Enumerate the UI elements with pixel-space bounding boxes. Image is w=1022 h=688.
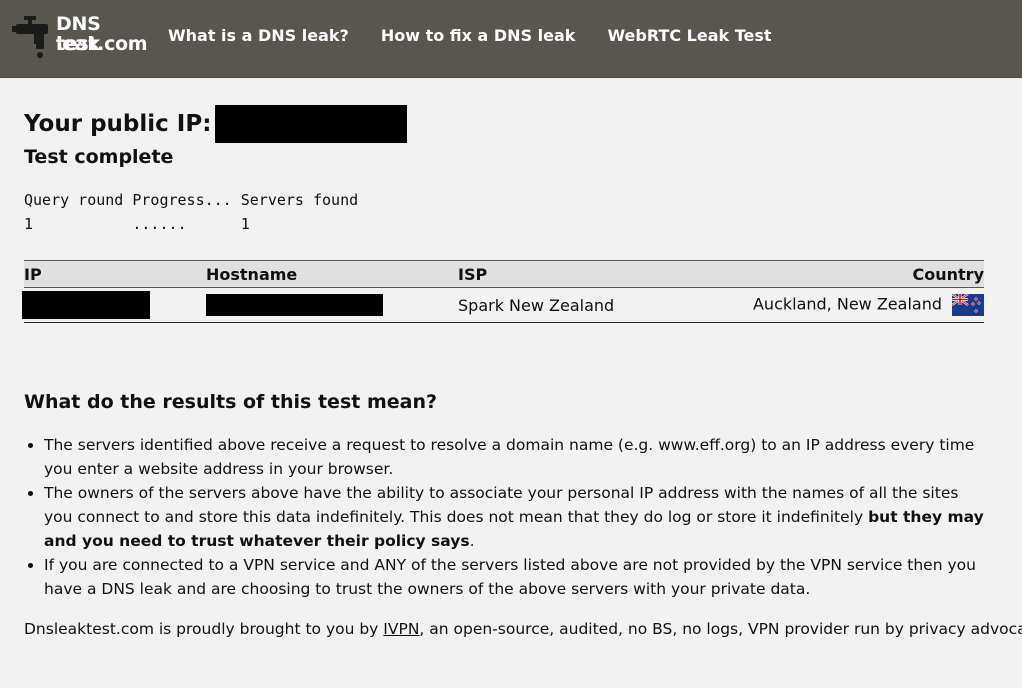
table-row: Spark New Zealand Auckland, New Zealand (22, 287, 984, 323)
public-ip-line: Your public IP: (24, 104, 984, 144)
country-name: Auckland, New Zealand (752, 294, 942, 314)
list-item-text: The servers identified above receive a r… (44, 436, 975, 478)
main-content: Your public IP: Test complete Query roun… (22, 104, 1022, 641)
query-headers: Query round Progress... Servers found (24, 191, 359, 209)
list-item: The servers identified above receive a r… (44, 433, 984, 481)
logo-text-line2: test.com (56, 33, 148, 55)
ivpn-link[interactable]: IVPN (383, 620, 419, 638)
cell-hostname (206, 287, 458, 323)
col-ip: IP (24, 260, 206, 288)
main-nav: What is a DNS leak? How to fix a DNS lea… (168, 26, 804, 45)
footer-text-after: , an open-source, audited, no BS, no log… (419, 620, 1022, 638)
site-logo[interactable]: DNS leak test.com (12, 12, 148, 60)
col-isp: ISP (458, 260, 708, 288)
query-row: 1 ...... 1 (24, 215, 250, 233)
nav-what-is-dns-leak[interactable]: What is a DNS leak? (168, 26, 349, 45)
list-item: The owners of the servers above have the… (44, 481, 984, 553)
query-progress: Query round Progress... Servers found 1 .… (24, 188, 984, 236)
nav-webrtc-test[interactable]: WebRTC Leak Test (607, 26, 771, 45)
cell-isp: Spark New Zealand (458, 287, 708, 323)
redacted-ip (22, 291, 150, 319)
list-item-text: The owners of the servers above have the… (44, 484, 959, 526)
list-item: If you are connected to a VPN service an… (44, 553, 984, 601)
table-header-row: IP Hostname ISP Country (24, 260, 984, 288)
results-explanation-list: The servers identified above receive a r… (24, 433, 984, 601)
results-table: IP Hostname ISP Country Spark New Zealan… (22, 260, 984, 323)
cell-country: Auckland, New Zealand (708, 287, 984, 323)
footer-text-before: Dnsleaktest.com is proudly brought to yo… (24, 620, 384, 638)
faucet-icon (12, 16, 48, 58)
redacted-ip (215, 105, 408, 143)
footer-note: Dnsleaktest.com is proudly brought to yo… (24, 617, 1022, 641)
results-meaning-heading: What do the results of this test mean? (24, 391, 437, 413)
redacted-hostname (206, 294, 383, 316)
list-item-text: If you are connected to a VPN service an… (44, 556, 976, 598)
col-country: Country (708, 260, 984, 288)
col-hostname: Hostname (206, 260, 458, 288)
site-header: DNS leak test.com What is a DNS leak? Ho… (0, 0, 1022, 78)
public-ip-label: Your public IP: (24, 111, 212, 137)
cell-ip (22, 287, 206, 323)
new-zealand-flag-icon (952, 294, 984, 316)
test-status: Test complete (24, 146, 174, 168)
nav-how-to-fix[interactable]: How to fix a DNS leak (381, 26, 576, 45)
list-item-tail: . (469, 532, 475, 550)
